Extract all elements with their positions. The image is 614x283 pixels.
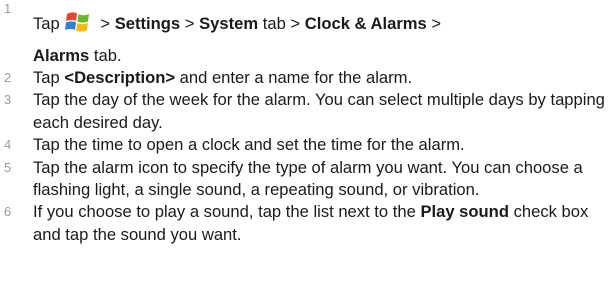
step-5: 5 Tap the alarm icon to specify the type… (0, 157, 614, 202)
step-number: 1 (4, 1, 12, 16)
step-3-text: Tap the day of the week for the alarm. Y… (33, 90, 605, 132)
play-sound-label: Play sound (420, 202, 509, 222)
step-3: 3 Tap the day of the week for the alarm.… (0, 89, 614, 134)
step-number: 2 (4, 70, 12, 85)
settings-label: Settings (114, 14, 181, 33)
step-number: 3 (4, 92, 12, 108)
step-number: 6 (4, 204, 12, 220)
step-4-text: Tap the time to open a clock and set the… (33, 135, 465, 155)
step-1-separator: > (426, 14, 442, 33)
windows-start-logo-icon (63, 8, 93, 38)
step-2-rest-text: and enter a name for the alarm. (175, 68, 413, 87)
step-5-text: Tap the alarm icon to specify the type o… (33, 157, 583, 200)
step-1-tap-text: Tap (33, 14, 60, 33)
clock-alarms-label: Clock & Alarms (304, 14, 427, 33)
step-1-separator: > (100, 14, 115, 33)
step-1-tab-end-text: tab. (89, 46, 122, 65)
step-number: 5 (4, 159, 12, 175)
system-tab-label: System (199, 14, 259, 33)
instruction-steps: 1 Tap > Settings > System tab > Clock & … (0, 0, 614, 246)
step-1-tab-text: tab > (258, 14, 305, 33)
step-1-line-1: Tap > Settings > System tab > Clock & Al… (33, 6, 610, 42)
step-1-line-2: Alarms tab. (33, 45, 610, 67)
description-label: <Description> (64, 68, 176, 87)
step-4: 4 Tap the time to open a clock and set t… (0, 134, 614, 156)
step-1: 1 Tap > Settings > System tab > Clock & … (0, 0, 614, 67)
alarms-tab-label: Alarms (33, 46, 90, 65)
step-6: 6 If you choose to play a sound, tap the… (0, 201, 614, 246)
step-2-tap-text: Tap (33, 68, 65, 87)
step-2: 2 Tap <Description> and enter a name for… (0, 67, 614, 89)
step-number: 4 (4, 137, 12, 153)
step-6-pre-text: If you choose to play a sound, tap the l… (33, 202, 421, 222)
step-1-separator: > (180, 14, 200, 33)
